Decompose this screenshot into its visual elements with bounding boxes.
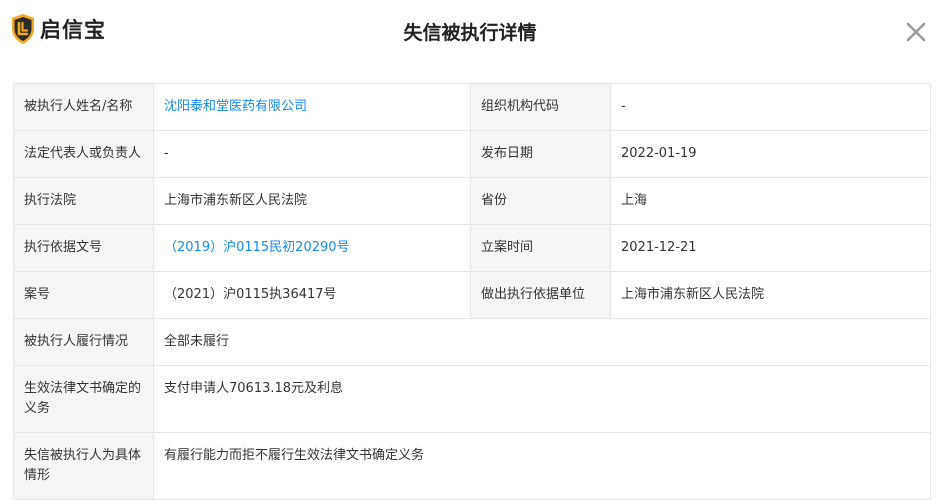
- table-row: 执行法院 上海市浦东新区人民法院 省份 上海: [13, 177, 931, 225]
- legal-rep-value: -: [153, 130, 471, 178]
- publish-date-value: 2022-01-19: [610, 130, 931, 178]
- table-row: 执行依据文号 （2019）沪0115民初20290号 立案时间 2021-12-…: [13, 224, 931, 272]
- table-row: 案号 （2021）沪0115执36417号 做出执行依据单位 上海市浦东新区人民…: [13, 271, 931, 319]
- basis-doc-no-value: （2019）沪0115民初20290号: [153, 224, 471, 272]
- publish-date-label: 发布日期: [470, 130, 611, 178]
- basis-doc-no-label: 执行依据文号: [13, 224, 154, 272]
- table-row: 生效法律文书确定的义务 支付申请人70613.18元及利息: [13, 365, 931, 433]
- circumstance-label: 失信被执行人为具体情形: [13, 432, 154, 500]
- table-row: 被执行人姓名/名称 沈阳泰和堂医药有限公司 组织机构代码 -: [13, 83, 931, 131]
- filing-date-value: 2021-12-21: [610, 224, 931, 272]
- org-code-label: 组织机构代码: [470, 83, 611, 131]
- obligation-label: 生效法律文书确定的义务: [13, 365, 154, 433]
- org-code-value: -: [610, 83, 931, 131]
- table-row: 被执行人履行情况 全部未履行: [13, 318, 931, 366]
- performance-value: 全部未履行: [153, 318, 931, 366]
- table-row: 法定代表人或负责人 - 发布日期 2022-01-19: [13, 130, 931, 178]
- executed-person-name-label: 被执行人姓名/名称: [13, 83, 154, 131]
- performance-label: 被执行人履行情况: [13, 318, 154, 366]
- detail-table: 被执行人姓名/名称 沈阳泰和堂医药有限公司 组织机构代码 - 法定代表人或负责人…: [13, 83, 931, 500]
- province-value: 上海: [610, 177, 931, 225]
- court-label: 执行法院: [13, 177, 154, 225]
- province-label: 省份: [470, 177, 611, 225]
- basis-unit-label: 做出执行依据单位: [470, 271, 611, 319]
- close-button[interactable]: [905, 21, 927, 43]
- case-no-value: （2021）沪0115执36417号: [153, 271, 471, 319]
- case-no-label: 案号: [13, 271, 154, 319]
- legal-rep-label: 法定代表人或负责人: [13, 130, 154, 178]
- table-row: 失信被执行人为具体情形 有履行能力而拒不履行生效法律文书确定义务: [13, 432, 931, 500]
- company-link[interactable]: 沈阳泰和堂医药有限公司: [164, 99, 307, 114]
- basis-doc-link[interactable]: （2019）沪0115民初20290号: [164, 240, 350, 255]
- executed-person-name-value: 沈阳泰和堂医药有限公司: [153, 83, 471, 131]
- page-title: 失信被执行详情: [403, 22, 537, 44]
- circumstance-value: 有履行能力而拒不履行生效法律文书确定义务: [153, 432, 931, 500]
- court-value: 上海市浦东新区人民法院: [153, 177, 471, 225]
- basis-unit-value: 上海市浦东新区人民法院: [610, 271, 931, 319]
- header: 启信宝 失信被执行详情: [0, 0, 940, 64]
- close-icon: [906, 22, 926, 42]
- obligation-value: 支付申请人70613.18元及利息: [153, 365, 931, 433]
- filing-date-label: 立案时间: [470, 224, 611, 272]
